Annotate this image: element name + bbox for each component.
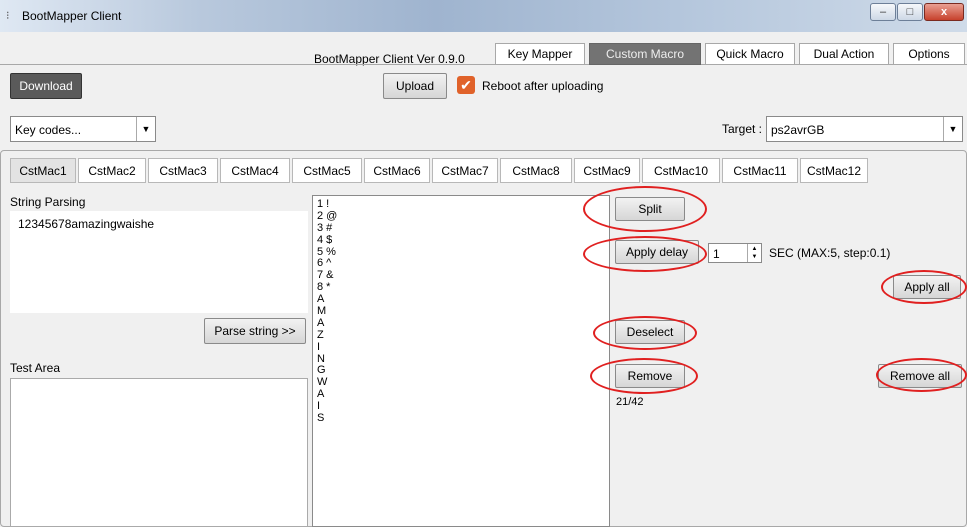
apply-delay-button[interactable]: Apply delay <box>615 240 699 264</box>
target-label: Target : <box>722 122 763 136</box>
app-icon: ⁝ <box>6 10 10 22</box>
tab-cstmac8[interactable]: CstMac8 <box>500 158 572 183</box>
tab-custom-macro[interactable]: Custom Macro <box>589 43 701 65</box>
download-button[interactable]: Download <box>10 73 82 99</box>
tab-cstmac2[interactable]: CstMac2 <box>78 158 146 183</box>
list-item[interactable]: 4 $ <box>317 234 337 246</box>
tab-quick-macro[interactable]: Quick Macro <box>705 43 795 65</box>
delay-unit-label: SEC (MAX:5, step:0.1) <box>769 246 891 260</box>
upload-button[interactable]: Upload <box>383 73 447 99</box>
list-item[interactable]: N <box>317 353 337 365</box>
tab-cstmac6[interactable]: CstMac6 <box>364 158 430 183</box>
split-button[interactable]: Split <box>615 197 685 221</box>
minimize-button[interactable]: – <box>870 3 896 21</box>
remove-all-button[interactable]: Remove all <box>878 364 962 388</box>
parse-string-button[interactable]: Parse string >> <box>204 318 306 344</box>
tab-dual-action[interactable]: Dual Action <box>799 43 889 65</box>
macro-key-list[interactable]: 1 ! 2 @3 #4 $5 % 6 ^ 7 & 8 * A M A Z I N G W A I S <box>312 195 610 527</box>
maximize-button[interactable]: □ <box>897 3 923 21</box>
keycodes-value: Key codes... <box>15 123 82 137</box>
list-item[interactable]: 1 ! <box>317 198 337 210</box>
list-item[interactable]: G <box>317 364 337 377</box>
chevron-down-icon: ▼ <box>136 117 155 141</box>
tab-cstmac10[interactable]: CstMac10 <box>642 158 720 183</box>
tab-options[interactable]: Options <box>893 43 965 65</box>
tab-cstmac3[interactable]: CstMac3 <box>148 158 218 183</box>
string-parsing-label: String Parsing <box>10 195 86 209</box>
list-item[interactable]: 8 * <box>317 281 337 293</box>
delay-value: 1 <box>713 247 720 261</box>
list-item[interactable]: 3 # <box>317 222 337 234</box>
tab-cstmac9[interactable]: CstMac9 <box>574 158 640 183</box>
target-select[interactable]: ps2avrGB ▼ <box>766 116 963 142</box>
title-bar <box>0 0 967 32</box>
chevron-down-icon: ▼ <box>943 117 962 141</box>
list-item[interactable]: A <box>317 293 337 305</box>
list-item[interactable]: W <box>317 376 337 388</box>
delay-stepper[interactable]: 1 ▲ ▼ <box>708 243 762 263</box>
list-item[interactable]: A <box>317 388 337 400</box>
list-item[interactable]: M <box>317 305 337 317</box>
tab-cstmac7[interactable]: CstMac7 <box>432 158 498 183</box>
macro-key-items: 1 ! 2 @3 #4 $5 % 6 ^ 7 & 8 * A M A Z I N G W A I S <box>317 198 337 424</box>
item-count: 21/42 <box>616 396 644 408</box>
tab-cstmac11[interactable]: CstMac11 <box>722 158 798 183</box>
list-item[interactable]: Z <box>317 329 337 341</box>
close-button[interactable]: x <box>924 3 964 21</box>
list-item[interactable]: 2 @ <box>317 210 337 222</box>
tab-cstmac5[interactable]: CstMac5 <box>292 158 362 183</box>
stepper-arrows-icon[interactable]: ▲ ▼ <box>747 244 761 262</box>
list-item[interactable]: 5 % <box>317 246 337 258</box>
test-area-label: Test Area <box>10 361 61 375</box>
checkmark-icon: ✔ <box>460 76 472 93</box>
list-item[interactable]: 6 ^ <box>317 257 337 270</box>
tab-key-mapper[interactable]: Key Mapper <box>495 43 585 65</box>
keycodes-select[interactable]: Key codes... ▼ <box>10 116 156 142</box>
apply-all-button[interactable]: Apply all <box>893 275 961 299</box>
tab-cstmac4[interactable]: CstMac4 <box>220 158 290 183</box>
tab-cstmac12[interactable]: CstMac12 <box>800 158 868 183</box>
window-title: BootMapper Client <box>22 9 122 23</box>
deselect-button[interactable]: Deselect <box>615 320 685 344</box>
list-item[interactable]: A <box>317 317 337 329</box>
list-item[interactable]: 7 & <box>317 269 337 281</box>
target-value: ps2avrGB <box>771 123 825 137</box>
list-item[interactable]: I <box>317 400 337 412</box>
reboot-label: Reboot after uploading <box>482 79 604 93</box>
tab-cstmac1[interactable]: CstMac1 <box>10 158 76 183</box>
reboot-checkbox[interactable]: ✔ <box>457 76 475 94</box>
string-input-value: 12345678amazingwaishe <box>18 217 155 231</box>
test-area-input[interactable] <box>10 378 308 527</box>
list-item[interactable]: S <box>317 412 337 424</box>
remove-button[interactable]: Remove <box>615 364 685 388</box>
list-item[interactable]: I <box>317 341 337 353</box>
